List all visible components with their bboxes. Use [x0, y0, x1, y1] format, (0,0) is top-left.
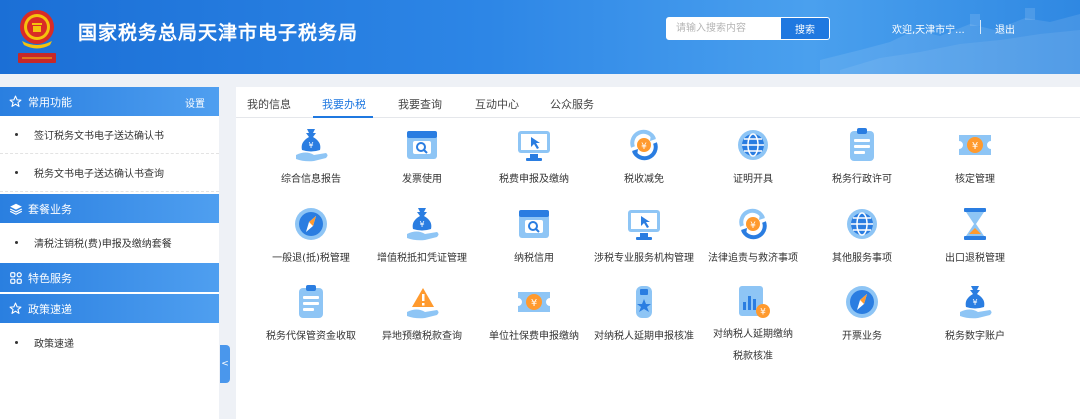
star-icon [8, 94, 23, 109]
section-title: 套餐业务 [28, 202, 72, 216]
service-tile-label: 对纳税人延期缴纳税款核准 [713, 329, 793, 362]
site-title: 国家税务总局天津市电子税务局 [78, 22, 359, 44]
svg-text:¥: ¥ [531, 298, 537, 309]
site-header: 国家税务总局天津市电子税务局 搜索 欢迎,天津市宁... 退出 [0, 0, 1080, 74]
service-tile-label: 其他服务事项 [832, 253, 892, 264]
search-box: 搜索 [666, 17, 830, 40]
service-tile[interactable]: 出口退税管理 [910, 204, 1040, 280]
service-tile-label: 增值税抵扣凭证管理 [377, 253, 467, 264]
usb-star-icon [636, 286, 652, 318]
service-tile[interactable]: 税务行政许可 [797, 125, 927, 201]
service-tile-label: 出口退税管理 [945, 253, 1005, 264]
service-tile[interactable]: ¥ 税务数字账户 [910, 282, 1040, 358]
active-tab-indicator [313, 116, 373, 118]
logout-link[interactable]: 退出 [995, 21, 1015, 36]
svg-text:¥: ¥ [760, 308, 766, 318]
main-panel: 我的信息 我要办税 我要查询 互动中心 公众服务 ¥ 综合信息报告 发票使用 税费申报… [236, 87, 1080, 419]
section-header-package[interactable]: 套餐业务 [0, 194, 219, 223]
bullet [15, 171, 18, 174]
welcome-text: 欢迎,天津市宁... [892, 25, 965, 36]
section-title: 特色服务 [28, 271, 72, 285]
money-bag-hand-icon: ¥ [296, 129, 328, 162]
tab-do-tax[interactable]: 我要办税 [322, 96, 366, 112]
svg-text:¥: ¥ [750, 221, 756, 231]
sidebar-item-label: 政策速递 [34, 338, 74, 350]
service-tile-label: 发票使用 [402, 174, 442, 185]
svg-text:¥: ¥ [308, 141, 313, 150]
globe-badge-icon [847, 209, 877, 239]
tab-interaction[interactable]: 互动中心 [475, 96, 519, 112]
service-tile[interactable]: 异地预缴税款查询 [357, 282, 487, 358]
tab-query[interactable]: 我要查询 [398, 96, 442, 112]
section-header-common[interactable]: 常用功能 设置 [0, 87, 219, 116]
service-tile-label: 税务数字账户 [945, 331, 1005, 342]
svg-text:¥: ¥ [419, 220, 424, 229]
money-bag-hand-icon: ¥ [407, 208, 439, 241]
service-tile[interactable]: ¥ 核定管理 [910, 125, 1040, 201]
section-header-policy[interactable]: 政策速递 [0, 294, 219, 323]
monitor-cursor-icon [628, 210, 660, 240]
section-header-special[interactable]: 特色服务 [0, 263, 219, 292]
search-button[interactable]: 搜索 [781, 18, 829, 39]
layers-icon [8, 201, 23, 216]
sidebar-item[interactable]: 签订税务文书电子送达确认书 [0, 116, 219, 154]
national-emblem-logo [18, 10, 56, 63]
document-chart-icon: ¥ [739, 286, 770, 318]
service-tile[interactable]: 发票使用 [357, 125, 487, 201]
service-tile-label: 异地预缴税款查询 [382, 331, 462, 342]
clipboard-icon [850, 128, 874, 161]
compass-icon [295, 208, 327, 240]
svg-text:¥: ¥ [641, 142, 647, 152]
service-tile[interactable]: ¥ 增值税抵扣凭证管理 [357, 204, 487, 280]
great-wall-decoration [820, 8, 1080, 74]
service-tile-label: 核定管理 [955, 174, 995, 185]
bullet [15, 133, 18, 136]
invoice-search-icon [407, 131, 437, 159]
tab-bar: 我的信息 我要办税 我要查询 互动中心 公众服务 [236, 87, 1080, 118]
yuan-ticket-icon: ¥ [959, 135, 991, 155]
section-title: 常用功能 [28, 95, 72, 109]
tab-my-info[interactable]: 我的信息 [247, 96, 291, 112]
sidebar: 常用功能 设置 签订税务文书电子送达确认书 税务文书电子送达确认书查询 套餐业务… [0, 87, 219, 419]
tab-public-service[interactable]: 公众服务 [550, 96, 594, 112]
search-input[interactable] [667, 18, 781, 39]
service-tile[interactable]: 其他服务事项 [797, 204, 927, 280]
sidebar-item-label: 清税注销税(费)申报及缴纳套餐 [34, 238, 172, 250]
sidebar-item[interactable]: 政策速递 [0, 323, 219, 361]
hourglass-icon [964, 208, 986, 240]
header-divider [980, 20, 981, 34]
warning-hand-icon [407, 288, 439, 319]
yuan-refresh-icon: ¥ [739, 208, 767, 240]
bullet [15, 240, 18, 244]
svg-text:¥: ¥ [972, 298, 977, 307]
globe-badge-icon [738, 130, 768, 160]
sidebar-item[interactable]: 清税注销税(费)申报及缴纳套餐 [0, 223, 219, 261]
yuan-ticket-icon: ¥ [518, 292, 550, 312]
section-title: 政策速递 [28, 302, 72, 316]
star-icon [8, 301, 23, 316]
sidebar-item[interactable]: 税务文书电子送达确认书查询 [0, 154, 219, 192]
sidebar-item-label: 税务文书电子送达确认书查询 [34, 169, 164, 180]
settings-link[interactable]: 设置 [185, 95, 205, 110]
clipboard-icon [299, 285, 323, 318]
service-tile-label: 税务行政许可 [832, 174, 892, 185]
monitor-cursor-icon [518, 131, 550, 161]
grid-icon [8, 270, 23, 285]
svg-text:¥: ¥ [972, 141, 978, 152]
sidebar-item-label: 签订税务文书电子送达确认书 [34, 131, 164, 142]
service-tile-label: 开票业务 [842, 331, 882, 342]
compass-icon [846, 286, 878, 318]
service-tile[interactable]: 开票业务 [797, 282, 927, 358]
yuan-refresh-icon: ¥ [630, 129, 658, 161]
invoice-search-icon [519, 210, 549, 238]
sidebar-collapse-button[interactable]: < [220, 345, 230, 383]
money-bag-hand-icon: ¥ [960, 286, 992, 319]
bullet [15, 340, 18, 344]
